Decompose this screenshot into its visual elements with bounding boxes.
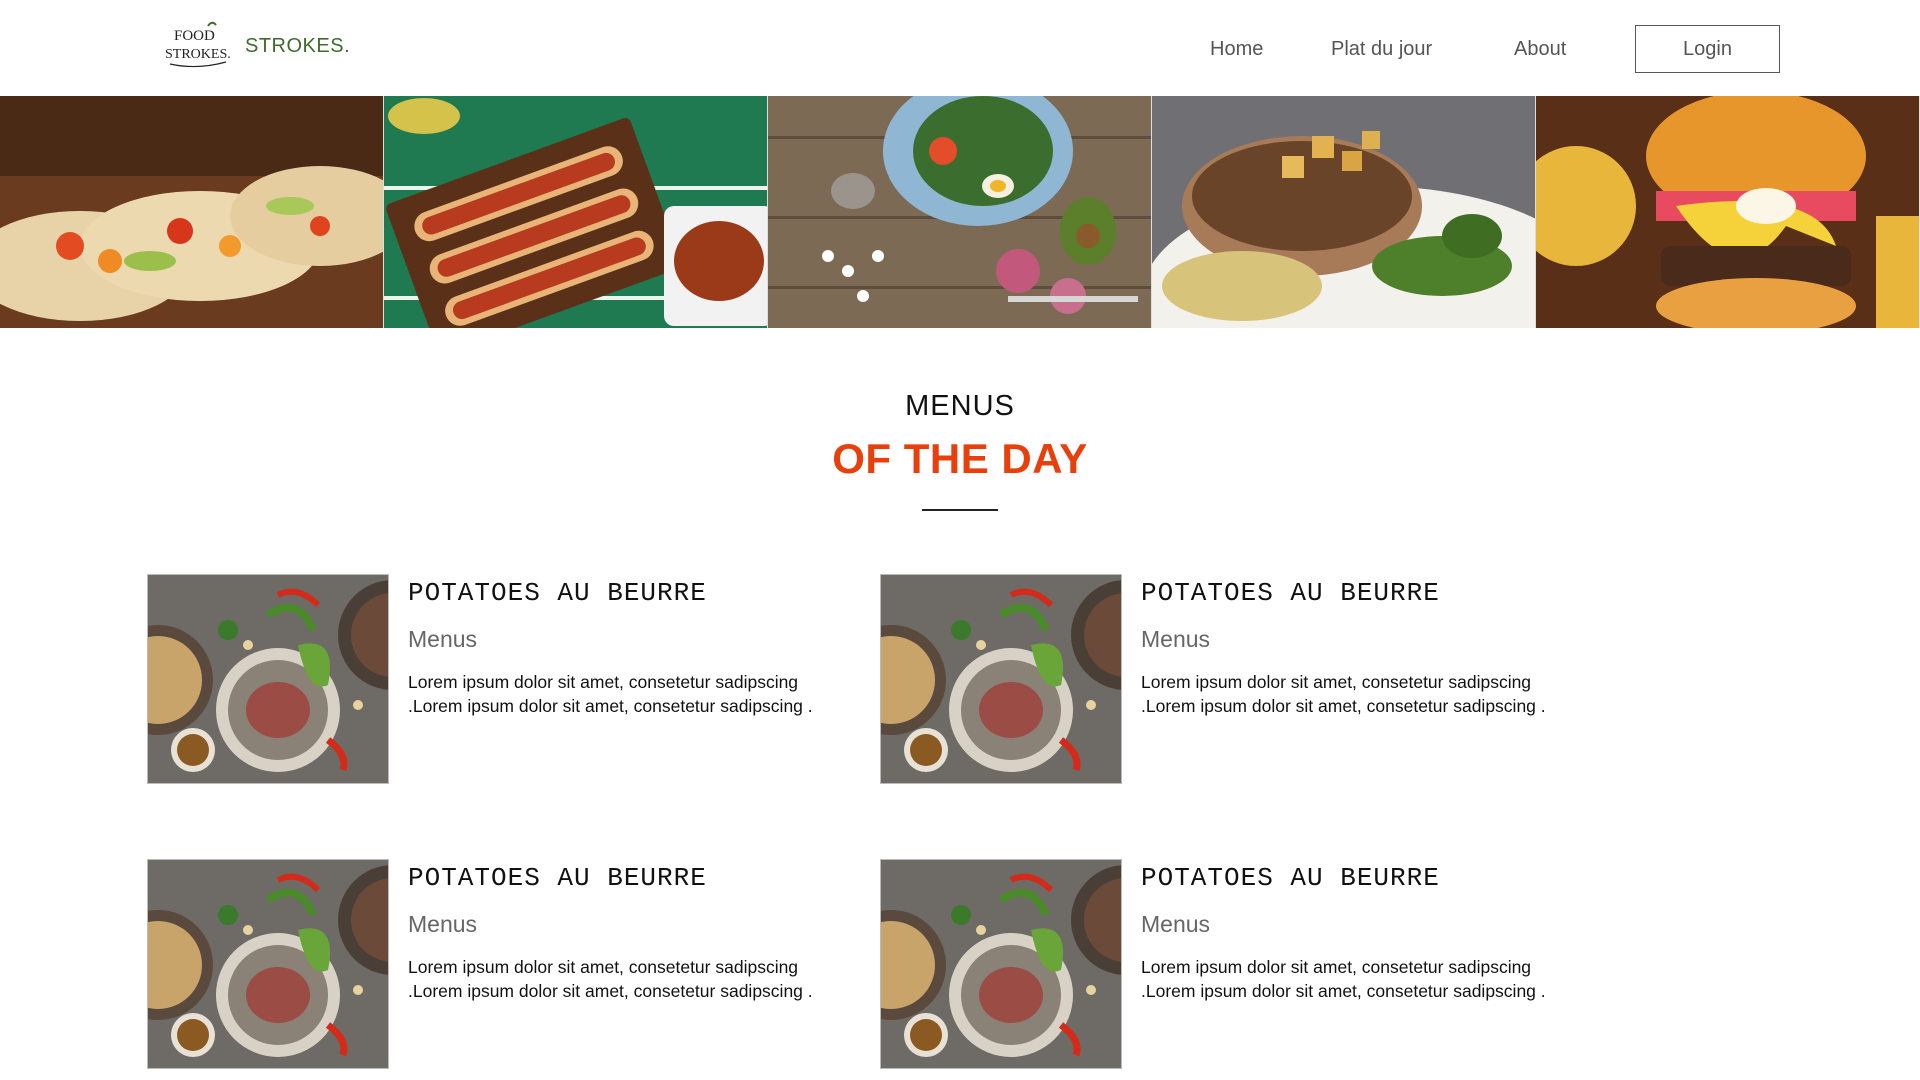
menu-card-description: Lorem ipsum dolor sit amet, consetetur s… <box>408 957 813 1001</box>
menu-card[interactable]: POTATOES AU BEURRE Menus Lorem ipsum dol… <box>147 574 867 786</box>
menu-card[interactable]: POTATOES AU BEURRE Menus Lorem ipsum dol… <box>147 859 867 1071</box>
food-banner <box>0 96 1920 328</box>
menu-card-title[interactable]: POTATOES AU BEURRE <box>1141 578 1440 608</box>
site-header: FOOD STROKES. STROKES. Home Plat du jour… <box>0 0 1920 96</box>
svg-text:STROKES.: STROKES. <box>165 47 230 62</box>
menu-card-image[interactable] <box>880 574 1122 784</box>
menu-card-image[interactable] <box>880 859 1122 1069</box>
menu-card-subtitle: Menus <box>1141 911 1211 937</box>
of-the-day-heading: OF THE DAY <box>832 435 1088 482</box>
menu-card-title[interactable]: POTATOES AU BEURRE <box>408 863 707 893</box>
section-divider <box>922 509 998 511</box>
nav-home[interactable]: Home <box>1210 38 1263 61</box>
menu-card-subtitle: Menus <box>408 911 478 937</box>
menu-card-subtitle: Menus <box>408 626 478 652</box>
menu-card-description: Lorem ipsum dolor sit amet, consetetur s… <box>408 672 813 716</box>
tacos-image <box>0 96 384 328</box>
menu-card-image[interactable] <box>147 859 389 1069</box>
svg-text:FOOD: FOOD <box>174 28 215 44</box>
menu-card-image[interactable] <box>147 574 389 784</box>
menu-card-title[interactable]: POTATOES AU BEURRE <box>408 578 707 608</box>
menu-card-title[interactable]: POTATOES AU BEURRE <box>1141 863 1440 893</box>
menu-card-description: Lorem ipsum dolor sit amet, consetetur s… <box>1141 672 1546 716</box>
food-strokes-logo[interactable]: FOOD STROKES. <box>164 20 231 70</box>
menu-card-description: Lorem ipsum dolor sit amet, consetetur s… <box>1141 957 1546 1001</box>
login-button[interactable]: Login <box>1635 25 1780 73</box>
menu-card-subtitle: Menus <box>1141 626 1211 652</box>
salad-bowl-image <box>768 96 1152 328</box>
menu-card[interactable]: POTATOES AU BEURRE Menus Lorem ipsum dol… <box>880 859 1600 1071</box>
grilled-meat-image <box>1152 96 1536 328</box>
burger-image <box>1536 96 1920 328</box>
brand-name[interactable]: STROKES. <box>245 35 350 58</box>
nav-about[interactable]: About <box>1514 38 1566 61</box>
hotdogs-image <box>384 96 768 328</box>
menu-card[interactable]: POTATOES AU BEURRE Menus Lorem ipsum dol… <box>880 574 1600 786</box>
nav-plat-du-jour[interactable]: Plat du jour <box>1331 38 1432 61</box>
menus-heading: MENUS <box>905 390 1015 422</box>
